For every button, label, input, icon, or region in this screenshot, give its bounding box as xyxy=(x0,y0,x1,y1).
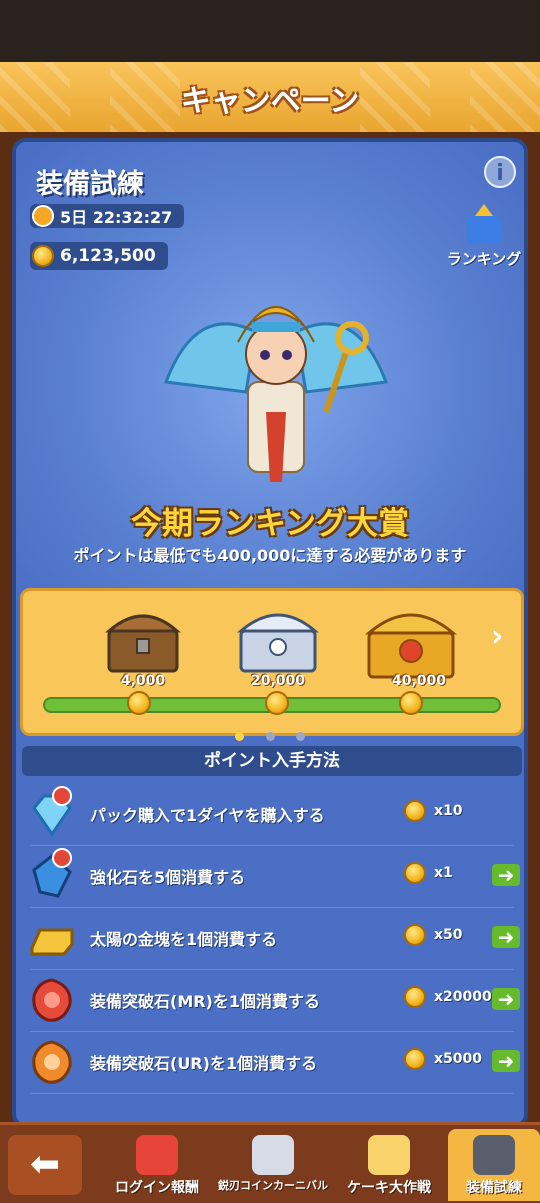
ur-stone-icon xyxy=(32,1040,72,1084)
hero-character-image xyxy=(163,306,389,482)
clock-icon xyxy=(32,205,54,227)
page-dot[interactable] xyxy=(235,732,245,741)
coin-icon xyxy=(32,245,54,267)
gold-bar-icon xyxy=(30,928,74,956)
reward-track: 4,000 20,000 40,000 › xyxy=(20,588,524,736)
row-label: 装備突破石(MR)を1個消費する xyxy=(90,992,321,1011)
list-item: パック購入で1ダイヤを購入する x10 xyxy=(22,784,522,846)
go-arrow-button[interactable]: ➜ xyxy=(492,864,520,886)
award-title: 今期ランキング大賞 xyxy=(130,506,410,542)
sword-icon xyxy=(252,1135,294,1175)
coin-icon xyxy=(404,1048,426,1070)
row-qty: x5000 xyxy=(434,1051,482,1067)
wooden-chest-icon[interactable] xyxy=(101,601,185,675)
coin-icon xyxy=(404,924,426,946)
event-timer: 5日 22:32:27 xyxy=(30,204,185,228)
row-label: パック購入で1ダイヤを購入する xyxy=(90,806,325,825)
row-label: 装備突破石(UR)を1個消費する xyxy=(90,1054,318,1073)
row-label: 強化石を5個消費する xyxy=(90,868,246,887)
award-subtitle: ポイントは最低でも400,000に達する必要があります xyxy=(73,546,467,565)
cake-icon xyxy=(368,1135,410,1175)
row-qty: x50 xyxy=(434,927,463,943)
bottom-nav: ⬅ ログイン報酬 鋭刃コインカーニバル ケーキ大作戦 装備試練 xyxy=(0,1122,540,1203)
ranking-label: ランキング xyxy=(446,250,522,268)
how-to-heading: ポイント入手方法 xyxy=(22,746,522,776)
ranking-button[interactable]: ランキング xyxy=(442,204,524,269)
row-qty: x1 xyxy=(434,865,453,881)
event-panel: 装備試練 i 5日 22:32:27 6,123,500 ランキング 今期ランキ… xyxy=(12,138,528,1128)
list-item: 装備突破石(UR)を1個消費する x5000 ➜ xyxy=(22,1032,522,1094)
back-button[interactable]: ⬅ xyxy=(8,1135,82,1195)
mr-stone-icon xyxy=(32,978,72,1022)
timer-text: 5日 22:32:27 xyxy=(60,208,173,227)
armor-icon xyxy=(473,1135,515,1175)
header: キャンペーン xyxy=(0,62,540,132)
next-arrow-icon[interactable]: › xyxy=(491,622,515,652)
coin-icon xyxy=(127,691,151,715)
tab-coin-carnival[interactable]: 鋭刃コインカーニバル xyxy=(214,1129,332,1201)
coin-icon xyxy=(399,691,423,715)
info-icon[interactable]: i xyxy=(484,156,516,188)
event-title: 装備試練 xyxy=(36,169,144,200)
tab-label: ケーキ大作戦 xyxy=(347,1180,431,1196)
gold-chest-icon[interactable] xyxy=(361,601,461,681)
row-label: 太陽の金塊を1個消費する xyxy=(90,930,278,949)
go-arrow-button[interactable]: ➜ xyxy=(492,988,520,1010)
points-display: 6,123,500 xyxy=(30,242,168,270)
list-item: 太陽の金塊を1個消費する x50 ➜ xyxy=(22,908,522,970)
page-dot[interactable] xyxy=(295,732,305,741)
ranking-icon xyxy=(467,204,501,244)
tab-equipment-trial[interactable]: 装備試練 xyxy=(448,1129,540,1201)
tab-label: 鋭刃コインカーニバル xyxy=(218,1179,328,1192)
status-bar xyxy=(0,0,540,62)
milestone-label: 4,000 xyxy=(120,673,166,689)
tab-cake-battle[interactable]: ケーキ大作戦 xyxy=(330,1129,448,1201)
coin-icon xyxy=(404,800,426,822)
go-arrow-button[interactable]: ➜ xyxy=(492,1050,520,1072)
row-qty: x20000 xyxy=(434,989,492,1005)
list-item: 強化石を5個消費する x1 ➜ xyxy=(22,846,522,908)
coin-icon xyxy=(404,862,426,884)
milestone-label: 20,000 xyxy=(250,673,306,689)
coin-icon xyxy=(404,986,426,1008)
page-dot[interactable] xyxy=(265,732,275,741)
list-item: 装備突破石(MR)を1個消費する x20000 ➜ xyxy=(22,970,522,1032)
page-indicator xyxy=(16,726,524,745)
popular-badge-icon xyxy=(52,848,72,868)
tab-label: 装備試練 xyxy=(466,1180,522,1196)
points-value: 6,123,500 xyxy=(60,246,156,266)
row-qty: x10 xyxy=(434,803,463,819)
tab-label: ログイン報酬 xyxy=(115,1180,199,1196)
coin-icon xyxy=(265,691,289,715)
milestone-label: 40,000 xyxy=(391,673,447,689)
silver-chest-icon[interactable] xyxy=(233,601,323,675)
go-arrow-button[interactable]: ➜ xyxy=(492,926,520,948)
tab-login-reward[interactable]: ログイン報酬 xyxy=(98,1129,216,1201)
page-title: キャンペーン xyxy=(180,84,360,119)
gift-icon xyxy=(136,1135,178,1175)
popular-badge-icon xyxy=(52,786,72,806)
